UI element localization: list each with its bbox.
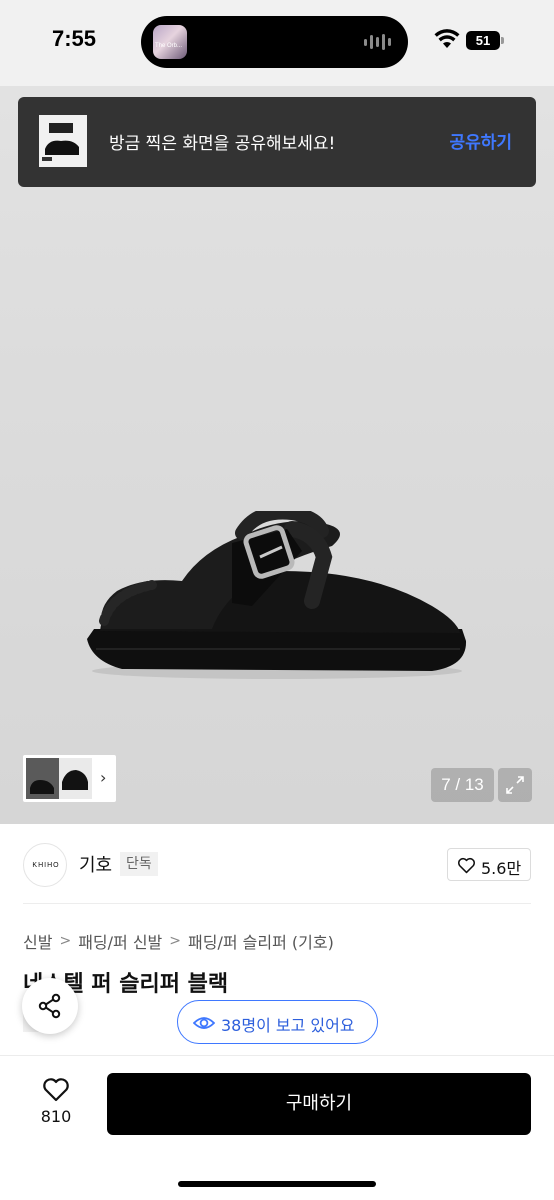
audio-wave-icon [364, 33, 394, 51]
thumbnail-image[interactable] [26, 758, 92, 799]
wishlist-button[interactable]: 810 [30, 1074, 82, 1134]
fullscreen-button[interactable] [498, 768, 532, 802]
eye-icon [193, 1017, 215, 1029]
toast-share-button[interactable]: 공유하기 [449, 128, 512, 153]
live-viewers-text: 38명이 보고 있어요 [221, 1016, 355, 1035]
heart-outline-icon [43, 1078, 69, 1102]
battery-level: 51 [466, 31, 500, 50]
buy-button[interactable]: 구매하기 [107, 1073, 531, 1135]
divider [23, 903, 531, 904]
bottom-purchase-bar: 810 구매하기 [0, 1056, 554, 1200]
wishlist-count: 810 [40, 1107, 72, 1126]
status-bar: 7:55 The Orb... 51 [0, 0, 554, 86]
share-screenshot-toast: 방금 찍은 화면을 공유해보세요! 공유하기 [18, 97, 536, 187]
breadcrumb-item-shoes[interactable]: 신발 [23, 929, 52, 953]
battery-icon: 51 [466, 31, 504, 50]
heart-outline-icon [458, 857, 475, 874]
brand-like-count: 5.6만 [481, 859, 522, 878]
dynamic-island[interactable]: The Orb... [141, 16, 408, 68]
breadcrumb: 신발 > 패딩/퍼 신발 > 패딩/퍼 슬리퍼 (기호) [23, 929, 334, 953]
brand-exclusive-badge: 단독 [120, 852, 158, 876]
brand-like-button[interactable]: 5.6만 [447, 848, 531, 881]
product-image-gallery[interactable] [0, 86, 554, 824]
brand-logo[interactable]: KHIHO [23, 843, 67, 887]
chevron-right-icon: > [169, 933, 181, 949]
wifi-icon [434, 29, 460, 48]
screenshot-thumbnail[interactable] [39, 115, 87, 167]
now-playing-art-text: The Orb... [155, 43, 183, 49]
brand-row: KHIHO 기호 단독 5.6만 [0, 824, 554, 904]
brand-logo-text: KHIHO [32, 862, 60, 869]
app-screen: 7:55 The Orb... 51 방금 찍은 화면을 공유해보세요! 공유하… [0, 0, 554, 1200]
breadcrumb-item-padding-fur-shoes[interactable]: 패딩/퍼 신발 [78, 929, 162, 953]
product-image [87, 511, 467, 679]
status-time: 7:55 [52, 26, 97, 51]
thumbnail-strip[interactable]: › [23, 755, 116, 802]
brand-name[interactable]: 기호 [79, 851, 112, 877]
share-button[interactable] [22, 978, 78, 1034]
chevron-right-icon[interactable]: › [100, 766, 110, 790]
live-viewers-pill: 38명이 보고 있어요 [177, 1000, 378, 1044]
now-playing-artwork: The Orb... [153, 25, 187, 59]
gallery-page-counter: 7 / 13 [431, 768, 494, 802]
share-icon [38, 993, 61, 1019]
breadcrumb-item-padding-fur-slippers[interactable]: 패딩/퍼 슬리퍼 (기호) [188, 929, 334, 953]
toast-message: 방금 찍은 화면을 공유해보세요! [109, 134, 336, 154]
home-indicator[interactable] [178, 1181, 376, 1187]
chevron-right-icon: > [59, 933, 72, 949]
expand-icon [506, 776, 524, 794]
